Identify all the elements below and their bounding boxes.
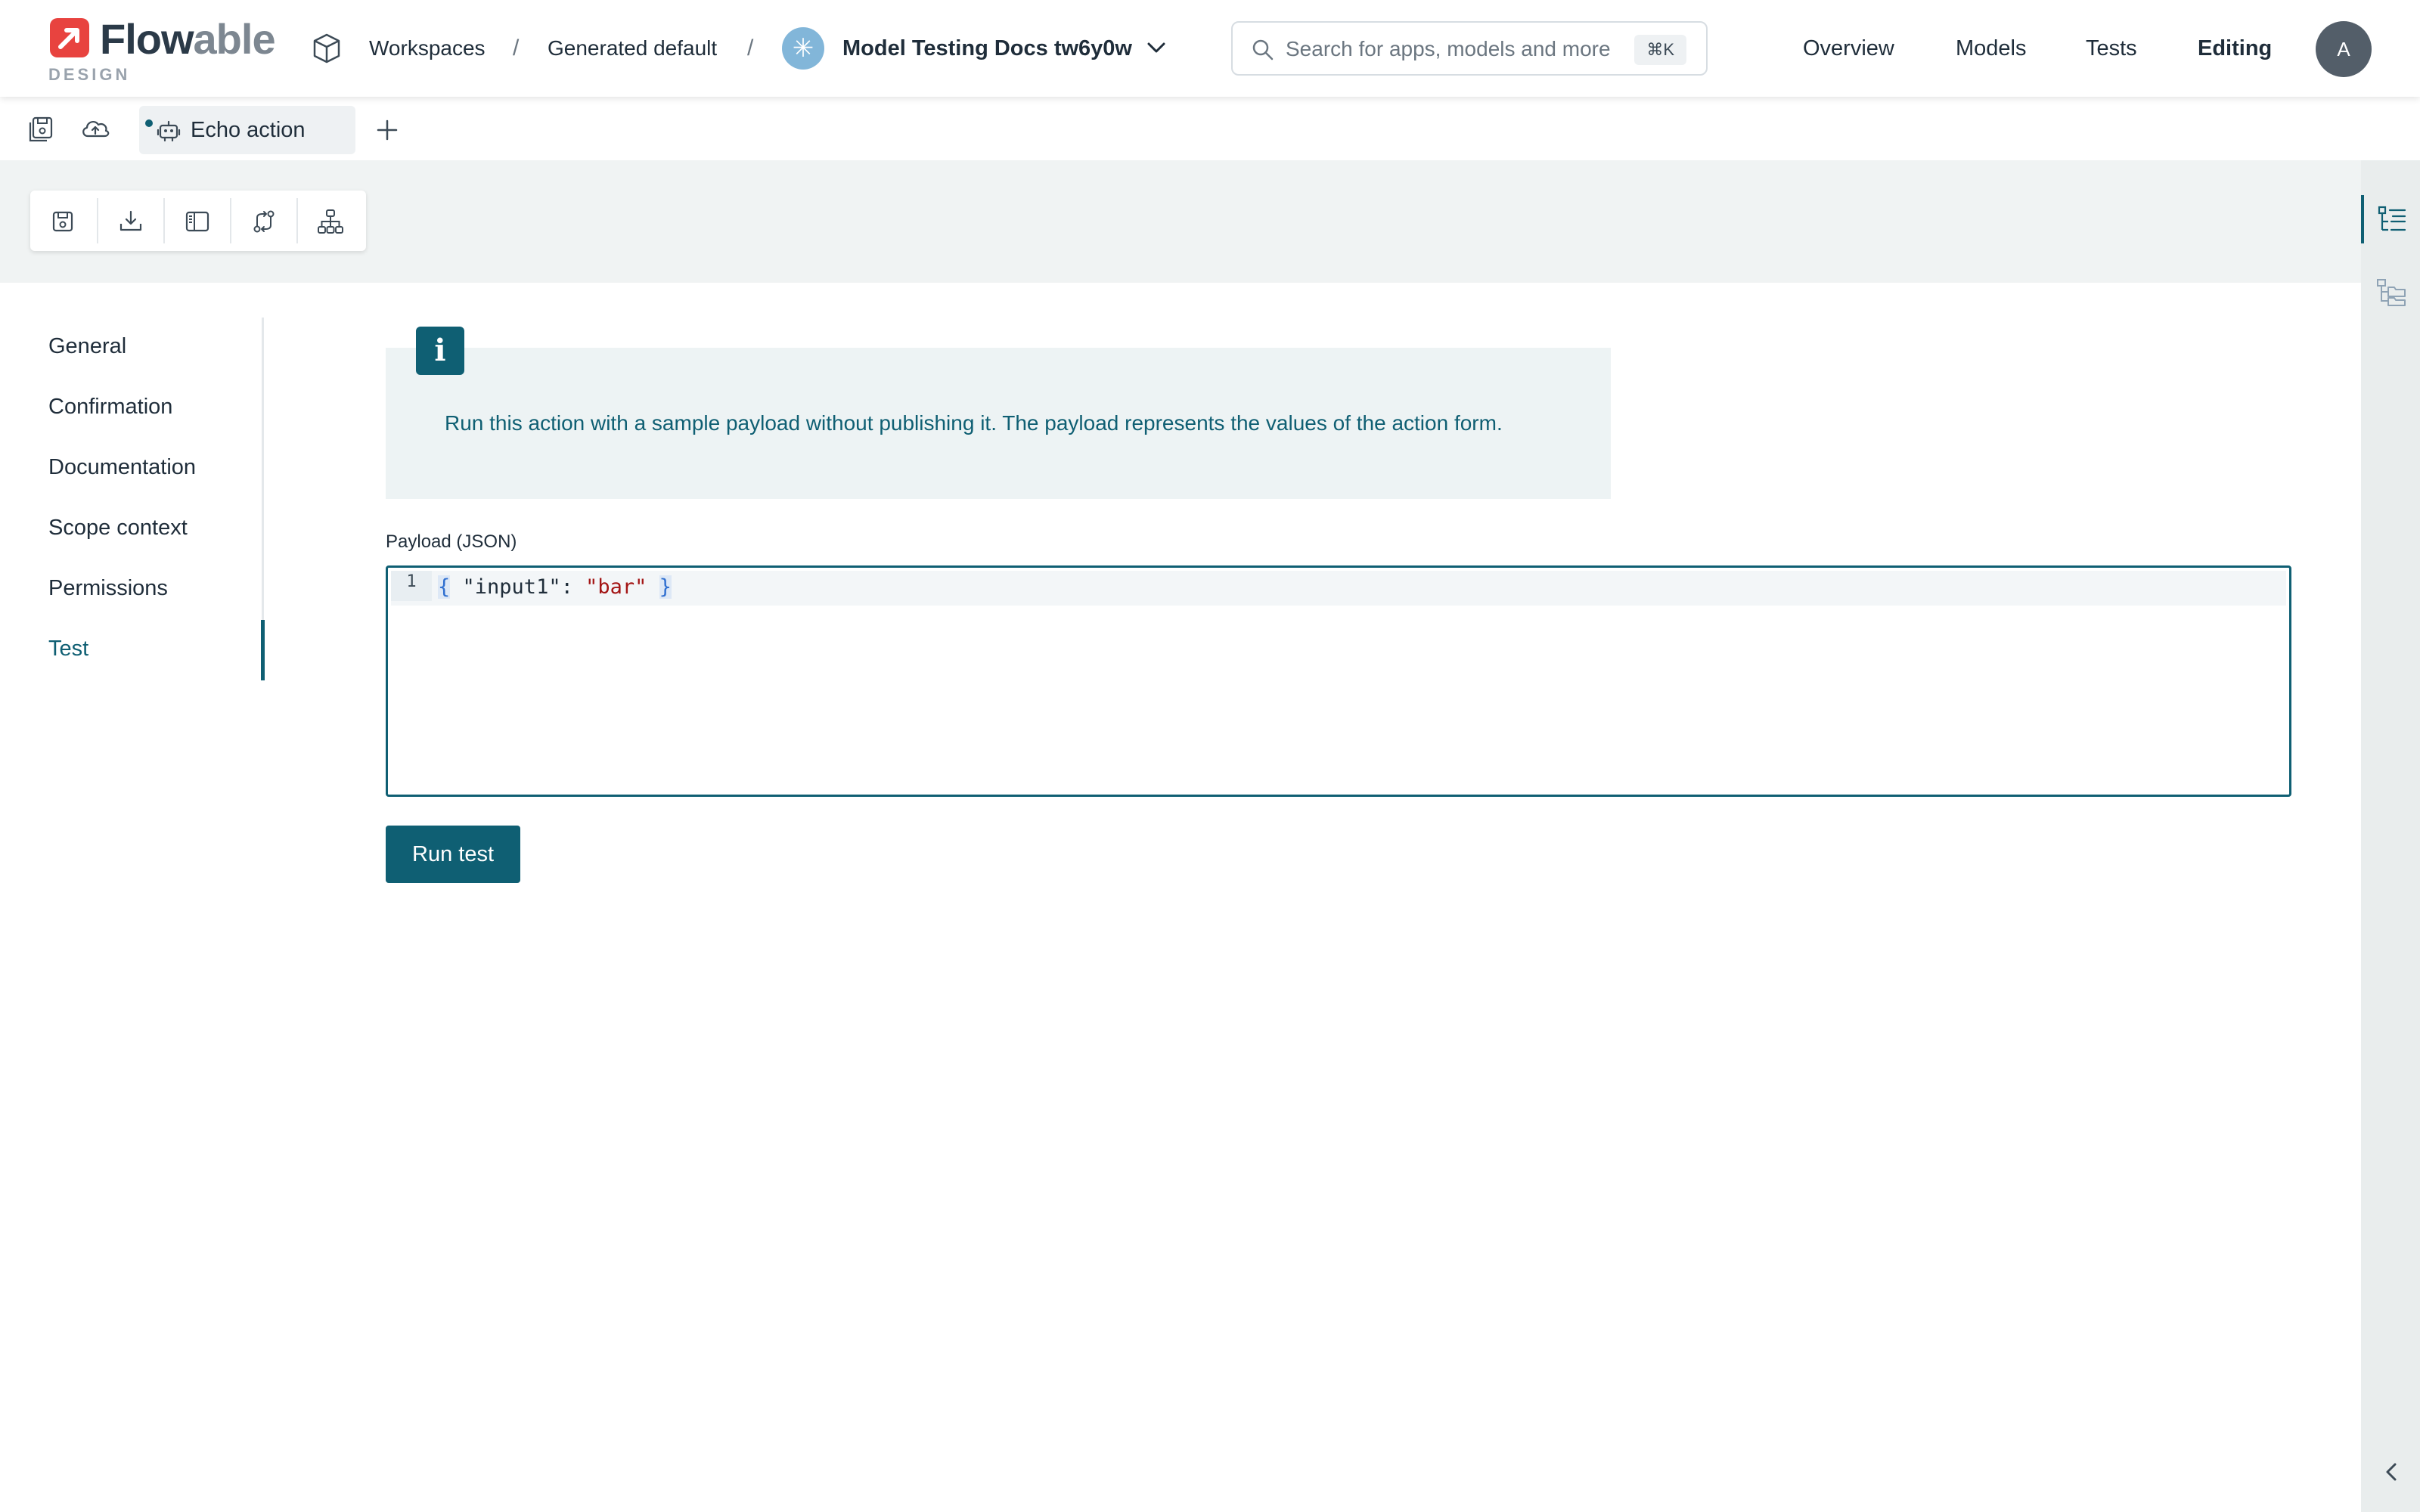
flowable-logo[interactable]: Flowable DESIGN: [47, 15, 289, 88]
flowable-logo-icon: [50, 18, 89, 57]
download-icon: [119, 210, 142, 231]
search-box[interactable]: ⌘K: [1231, 21, 1708, 76]
compare-icon: [253, 210, 275, 233]
tab-label: Echo action: [191, 118, 306, 142]
shortcut-badge: ⌘K: [1634, 35, 1686, 65]
info-text: Run this action with a sample payload wi…: [445, 411, 1503, 435]
toggle-panel-button[interactable]: [165, 191, 230, 251]
save-all-icon[interactable]: [26, 112, 59, 145]
plus-icon[interactable]: [371, 113, 404, 147]
top-header: Flowable DESIGN Workspaces / Generated d…: [0, 0, 2420, 97]
hierarchy-button[interactable]: [298, 191, 363, 251]
sidenav-item-documentation[interactable]: Documentation: [48, 452, 196, 482]
code-value: "bar": [585, 575, 647, 599]
nav-editing[interactable]: Editing: [2198, 33, 2272, 64]
model-toolbar: [30, 191, 366, 251]
model-badge-icon: ✳: [782, 27, 824, 70]
sidebar-panel-icon: [185, 211, 209, 232]
line-number: 1: [391, 571, 432, 601]
sidenav-item-confirmation[interactable]: Confirmation: [48, 392, 172, 422]
sidenav-item-scope-context[interactable]: Scope context: [48, 513, 188, 543]
code-line[interactable]: { "input1": "bar" }: [438, 574, 672, 601]
code-key: "input1": [462, 575, 561, 599]
nav-models[interactable]: Models: [1956, 33, 2027, 64]
download-button[interactable]: [98, 191, 163, 251]
save-icon: [52, 211, 73, 232]
content-card: General Confirmation Documentation Scope…: [0, 283, 2350, 1512]
tab-echo-action[interactable]: Echo action: [139, 106, 355, 154]
chevron-left-icon[interactable]: [2378, 1458, 2406, 1486]
info-icon: i: [416, 327, 464, 375]
cube-icon[interactable]: [310, 32, 343, 65]
sidenav-item-test[interactable]: Test: [48, 634, 88, 664]
sidenav-active-indicator: [261, 620, 265, 680]
compare-button[interactable]: [231, 191, 296, 251]
run-test-button[interactable]: Run test: [386, 826, 520, 883]
rail-active-marker: [2361, 195, 2364, 243]
logo-subtitle: DESIGN: [48, 65, 131, 84]
user-avatar[interactable]: A: [2316, 21, 2372, 77]
cloud-upload-icon[interactable]: [79, 112, 112, 145]
nav-tests[interactable]: Tests: [2086, 33, 2137, 64]
info-banner: i Run this action with a sample payload …: [386, 327, 1611, 499]
unsaved-indicator: [145, 119, 153, 127]
code-brace-open: {: [438, 575, 451, 599]
code-brace-close: }: [659, 575, 672, 599]
payload-json-editor[interactable]: 1 { "input1": "bar" }: [386, 565, 2291, 797]
logo-wordmark: Flowable: [100, 15, 276, 63]
chevron-down-icon[interactable]: [1143, 35, 1169, 60]
hierarchy-icon: [318, 209, 343, 234]
breadcrumb-model[interactable]: Model Testing Docs tw6y0w: [842, 33, 1132, 64]
code-colon: :: [560, 575, 586, 599]
folder-tree-icon[interactable]: [2373, 274, 2411, 311]
robot-icon: [157, 120, 181, 142]
editor-tab-bar: Echo action: [0, 100, 2420, 160]
breadcrumb-workspaces[interactable]: Workspaces: [369, 33, 486, 64]
right-side-rail: [2361, 160, 2420, 1512]
outline-list-icon[interactable]: [2373, 201, 2411, 239]
save-button[interactable]: [30, 191, 95, 251]
sidenav-item-permissions[interactable]: Permissions: [48, 573, 168, 603]
search-icon: [1252, 39, 1274, 60]
payload-label: Payload (JSON): [386, 531, 517, 552]
breadcrumb-workspace[interactable]: Generated default: [548, 33, 717, 64]
breadcrumb-separator: /: [513, 36, 520, 60]
breadcrumb-separator: /: [747, 36, 754, 60]
active-line-highlight: [391, 571, 2286, 606]
nav-overview[interactable]: Overview: [1803, 33, 1894, 64]
sidenav-item-general[interactable]: General: [48, 331, 126, 361]
search-input[interactable]: [1286, 33, 1618, 65]
